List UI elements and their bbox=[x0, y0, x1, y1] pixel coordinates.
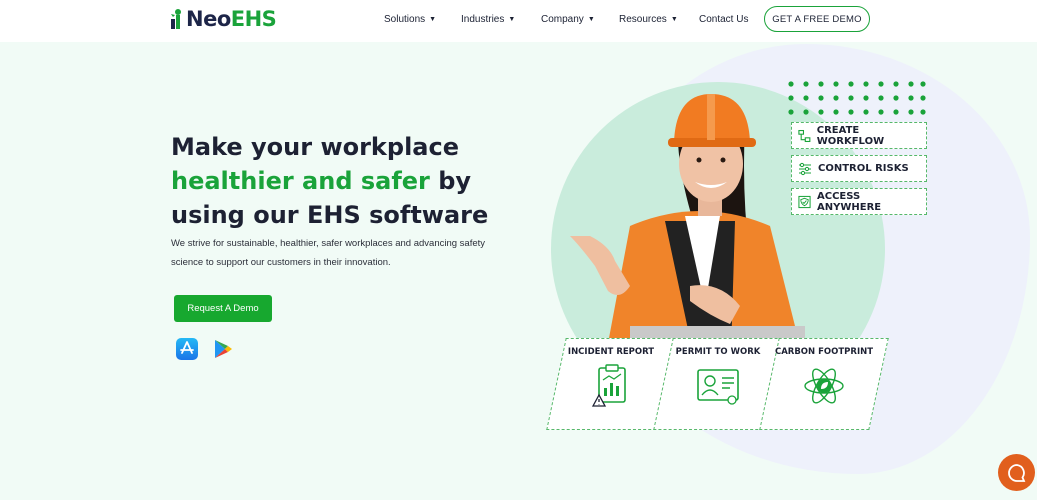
nav-company-label: Company bbox=[541, 13, 584, 25]
nav-solutions[interactable]: Solutions ▼ bbox=[384, 12, 444, 26]
hero-title: Make your workplace healthier and safer … bbox=[171, 130, 491, 232]
shield-check-icon bbox=[798, 195, 811, 208]
hero-title-line1: Make your workplace bbox=[171, 133, 459, 161]
id-card-icon bbox=[697, 369, 739, 405]
atom-leaf-icon bbox=[804, 368, 844, 404]
card-permit-to-work-label: PERMIT TO WORK bbox=[675, 347, 761, 357]
feature-access-anywhere-label: ACCESS ANYWHERE bbox=[817, 190, 882, 213]
google-play-glyph-icon bbox=[215, 340, 232, 358]
nav-industries[interactable]: Industries ▼ bbox=[461, 12, 521, 26]
nav-company[interactable]: Company ▼ bbox=[541, 12, 601, 26]
card-permit-to-work: PERMIT TO WORK bbox=[653, 338, 783, 430]
chat-bubble-icon bbox=[1007, 463, 1025, 482]
card-carbon-footprint: CARBON FOOTPRINT bbox=[759, 338, 889, 430]
hero-subtitle-line1: We strive for sustainable, healthier, sa… bbox=[171, 238, 486, 249]
google-play-icon[interactable] bbox=[212, 338, 234, 360]
logo-text: NeoEHS bbox=[186, 7, 277, 31]
nav-resources-label: Resources bbox=[619, 13, 667, 25]
neoehs-logo[interactable]: NeoEHS bbox=[170, 6, 277, 32]
logo-mark-icon bbox=[171, 9, 181, 29]
sliders-icon bbox=[799, 162, 811, 175]
feature-create-workflow: CREATE WORKFLOW bbox=[791, 122, 927, 149]
app-store-icon[interactable] bbox=[176, 338, 198, 360]
logo-text-ehs: EHS bbox=[230, 7, 277, 31]
clipboard-chart-icon bbox=[591, 364, 626, 407]
hero-title-line2: healthier and safer by bbox=[171, 164, 491, 198]
logo-text-neo: Neo bbox=[186, 7, 231, 31]
caret-down-icon: ▼ bbox=[508, 15, 516, 23]
nav-contact-us[interactable]: Contact Us bbox=[699, 12, 759, 26]
chat-widget-button[interactable] bbox=[998, 454, 1035, 491]
get-free-demo-button[interactable]: GET A FREE DEMO bbox=[764, 6, 870, 32]
hero-subtitle-line2: science to support our customers in thei… bbox=[171, 257, 391, 268]
caret-down-icon: ▼ bbox=[429, 15, 437, 23]
feature-control-risks-label: CONTROL RISKS bbox=[818, 163, 909, 174]
nav-contact-us-label: Contact Us bbox=[699, 13, 749, 25]
workflow-icon bbox=[798, 129, 811, 142]
top-navigation-bar: NeoEHS Solutions ▼ Industries ▼ Company ▼ R… bbox=[0, 0, 1037, 42]
nav-solutions-label: Solutions bbox=[384, 13, 426, 25]
request-demo-button[interactable]: Request A Demo bbox=[174, 295, 272, 322]
feature-control-risks: CONTROL RISKS bbox=[791, 155, 927, 182]
nav-resources[interactable]: Resources ▼ bbox=[619, 12, 679, 26]
hero-title-line2-rest: by bbox=[429, 167, 472, 195]
card-carbon-footprint-label: CARBON FOOTPRINT bbox=[774, 347, 874, 357]
card-incident-report: INCIDENT REPORT bbox=[546, 338, 676, 430]
hero-title-line3: using our EHS software bbox=[171, 201, 489, 229]
feature-create-workflow-label: CREATE WORKFLOW bbox=[816, 124, 885, 147]
hero-title-highlight: healthier and safer bbox=[171, 167, 430, 195]
app-store-glyph-icon bbox=[180, 341, 194, 354]
card-incident-report-label: INCIDENT REPORT bbox=[567, 347, 655, 357]
caret-down-icon: ▼ bbox=[587, 15, 595, 23]
nav-industries-label: Industries bbox=[461, 13, 505, 25]
hero-subtitle: We strive for sustainable, healthier, sa… bbox=[171, 234, 501, 272]
caret-down-icon: ▼ bbox=[670, 15, 678, 23]
feature-access-anywhere: ACCESS ANYWHERE bbox=[791, 188, 927, 215]
